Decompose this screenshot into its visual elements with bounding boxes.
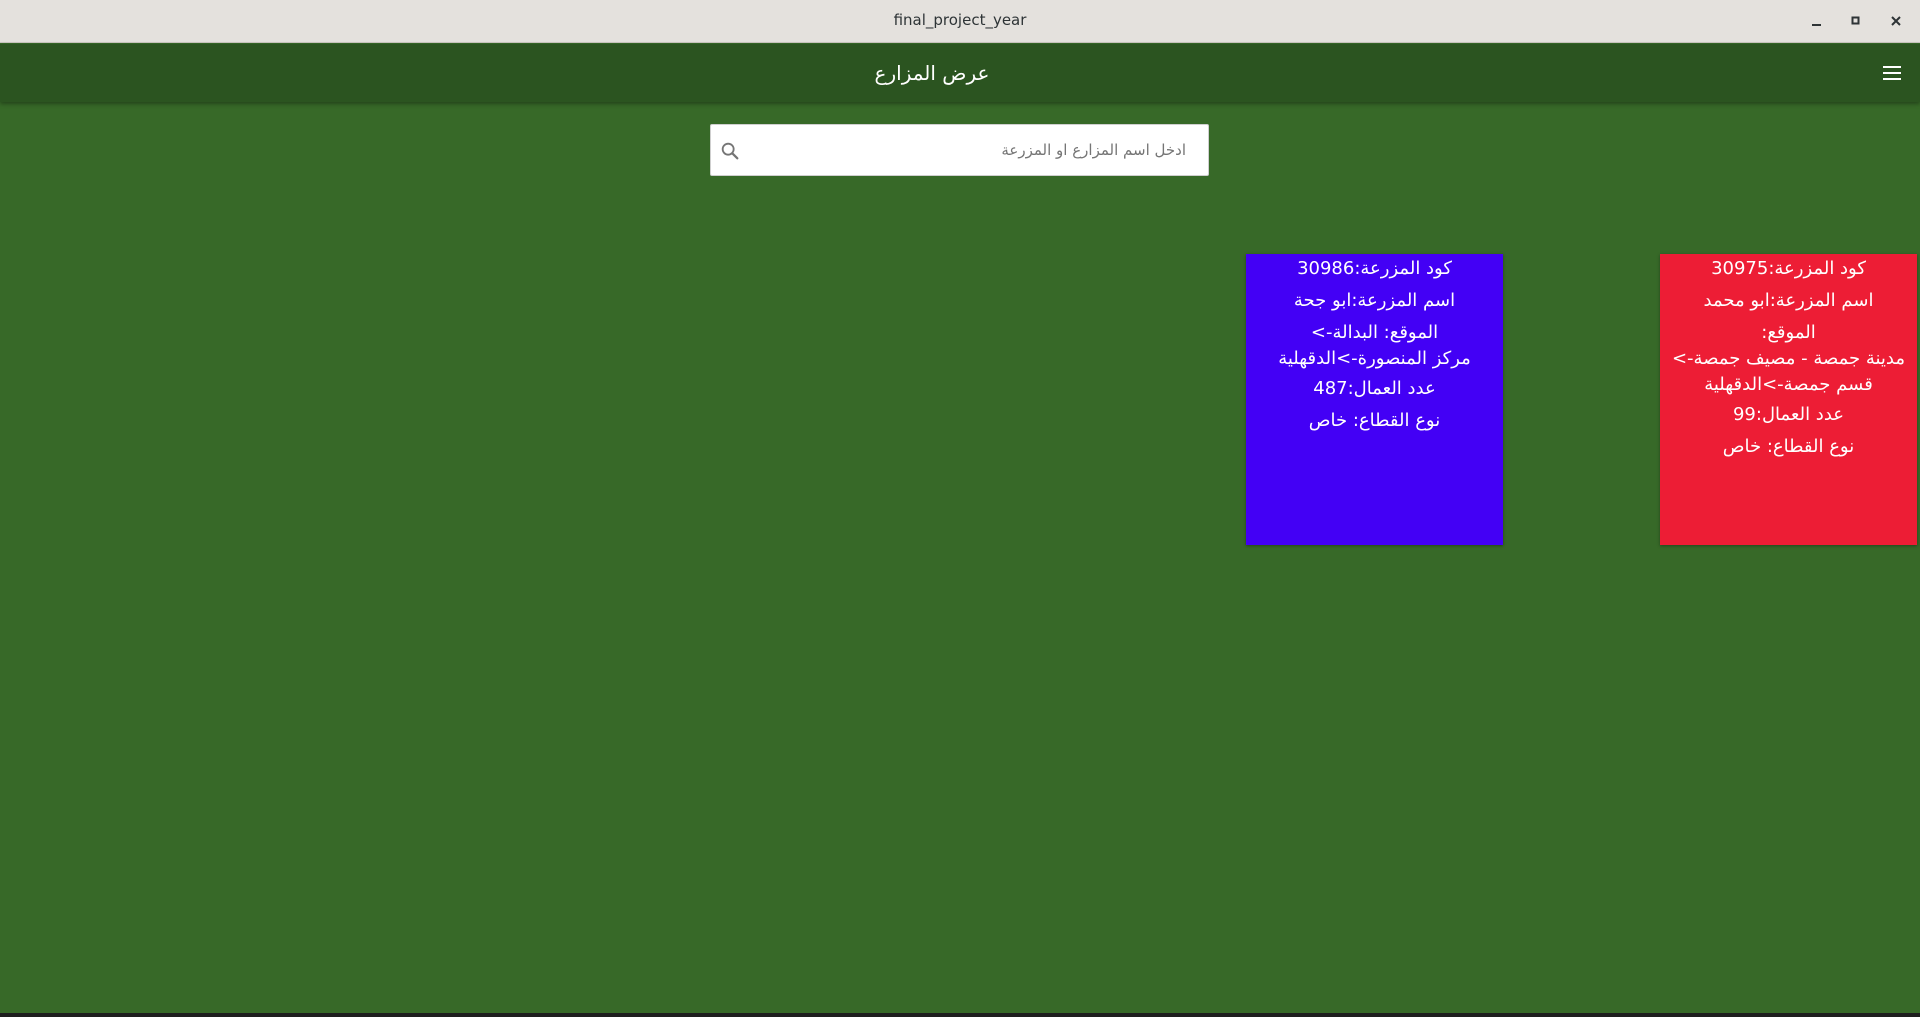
farm-workers: عدد العمال:99 — [1732, 404, 1845, 425]
farm-location-line: الموقع: — [1761, 322, 1816, 343]
farm-location: الموقع: مدينة جمصة - مصيف جمصة-> قسم جمص… — [1660, 320, 1917, 398]
farm-location-line: مدينة جمصة - مصيف جمصة-> — [1671, 348, 1906, 369]
taskbar-strip — [0, 1013, 1920, 1017]
farm-card[interactable]: كود المزرعة:30975 اسم المزرعة:ابو محمد ا… — [1660, 254, 1917, 545]
farm-name: اسم المزرعة:ابو جحة — [1293, 290, 1456, 311]
app-bar: عرض المزارع — [0, 44, 1920, 102]
close-icon[interactable] — [1883, 8, 1909, 34]
page-title: عرض المزارع — [874, 61, 990, 85]
farm-code: كود المزرعة:30975 — [1711, 258, 1866, 279]
minimize-icon[interactable] — [1804, 8, 1830, 34]
farm-sector: نوع القطاع: خاص — [1308, 410, 1441, 431]
farm-location-line: مركز المنصورة->الدقهلية — [1278, 348, 1471, 369]
farm-code: كود المزرعة:30986 — [1297, 258, 1452, 279]
farm-location: الموقع: البدالة-> مركز المنصورة->الدقهلي… — [1246, 320, 1503, 372]
window-title: final_project_year — [893, 11, 1027, 29]
search-box — [710, 124, 1209, 176]
farm-location-line: قسم جمصة->الدقهلية — [1704, 374, 1873, 395]
farm-workers: عدد العمال:487 — [1313, 378, 1436, 399]
window-titlebar: final_project_year — [0, 0, 1920, 43]
farm-name: اسم المزرعة:ابو محمد — [1703, 290, 1874, 311]
maximize-icon[interactable] — [1843, 8, 1869, 34]
search-input[interactable] — [751, 125, 1196, 175]
hamburger-menu-icon[interactable] — [1880, 61, 1904, 85]
search-icon[interactable] — [719, 140, 741, 162]
farm-sector: نوع القطاع: خاص — [1722, 436, 1855, 457]
farm-card[interactable]: كود المزرعة:30986 اسم المزرعة:ابو جحة ال… — [1246, 254, 1503, 545]
farm-location-line: الموقع: البدالة-> — [1310, 322, 1439, 343]
